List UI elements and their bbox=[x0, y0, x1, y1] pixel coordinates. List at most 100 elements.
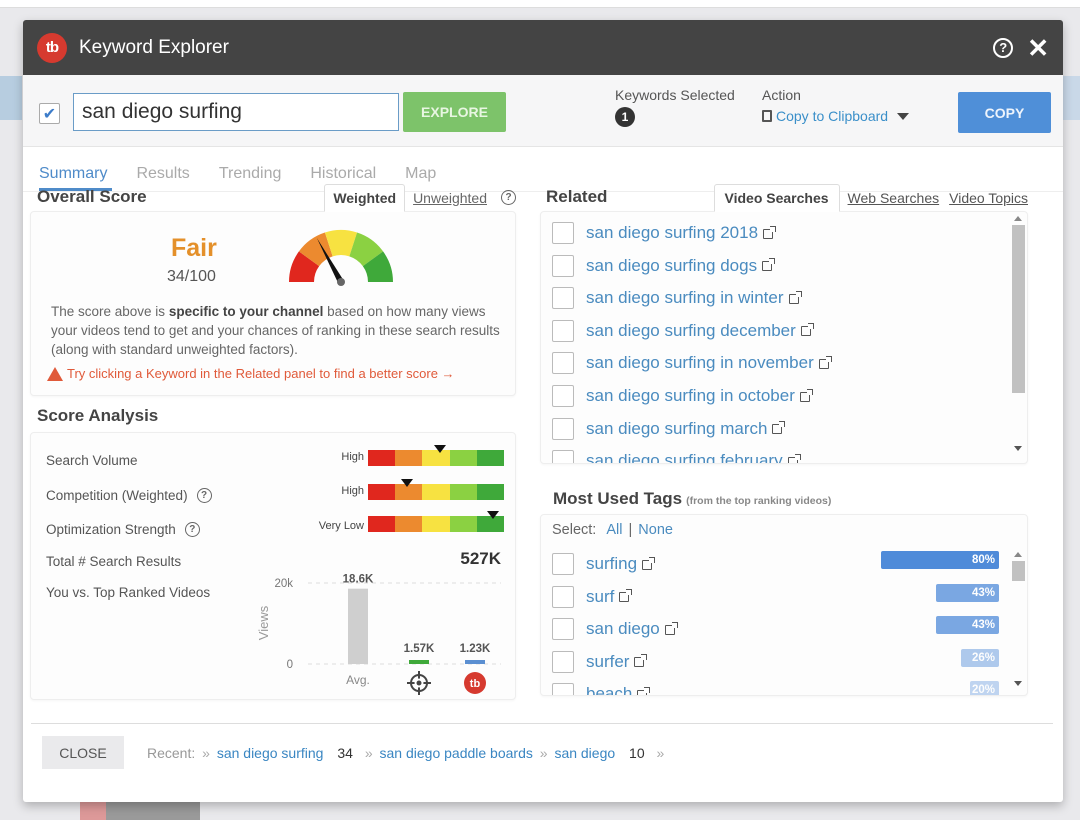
tag-checkbox[interactable] bbox=[552, 683, 574, 695]
related-keyword-link[interactable]: san diego surfing in november bbox=[586, 353, 832, 373]
related-keyword-link[interactable]: san diego surfing in winter bbox=[586, 288, 802, 308]
tag-select-row: Select: All | None bbox=[552, 522, 679, 538]
external-link-icon[interactable] bbox=[637, 686, 651, 695]
competition-row: Competition (Weighted) ? bbox=[46, 488, 212, 503]
meter-segment bbox=[422, 484, 450, 500]
recent-keyword-link[interactable]: san diego paddle boards bbox=[380, 745, 533, 761]
tag-checkbox[interactable] bbox=[552, 650, 574, 673]
external-link-icon[interactable] bbox=[664, 621, 678, 635]
related-keyword-link[interactable]: san diego surfing december bbox=[586, 321, 814, 341]
scrollbar-thumb[interactable] bbox=[1011, 225, 1025, 393]
help-icon[interactable]: ? bbox=[184, 522, 200, 537]
bar-value-label: 18.6K bbox=[343, 574, 374, 586]
meter-segment bbox=[449, 484, 477, 500]
gauge-needle-hub bbox=[337, 278, 345, 286]
overall-score-card: Fair 34/100 The score above is specific … bbox=[30, 211, 516, 396]
tag-link[interactable]: surfing bbox=[586, 554, 656, 574]
tag-usage-bar: 43% bbox=[935, 583, 999, 602]
tag-usage-bar: 43% bbox=[935, 616, 999, 634]
scrollbar-thumb[interactable] bbox=[1011, 561, 1025, 581]
related-keyword-checkbox[interactable] bbox=[552, 352, 574, 375]
keyword-search-input[interactable] bbox=[73, 93, 399, 131]
scroll-down-icon[interactable] bbox=[1014, 446, 1022, 451]
tab-video-searches[interactable]: Video Searches bbox=[713, 184, 840, 212]
external-link-icon[interactable] bbox=[642, 556, 656, 570]
related-keyword-checkbox[interactable] bbox=[552, 254, 574, 277]
score-tip-link[interactable]: Try clicking a Keyword in the Related pa… bbox=[47, 366, 455, 381]
meter-segment bbox=[449, 450, 477, 466]
scroll-up-icon[interactable] bbox=[1014, 552, 1022, 557]
related-keyword-checkbox[interactable] bbox=[552, 450, 574, 463]
tag-link[interactable]: beach bbox=[586, 684, 651, 695]
external-link-icon[interactable] bbox=[634, 654, 648, 668]
bar-value-label: 1.57K bbox=[404, 643, 435, 655]
recent-keyword-link[interactable]: san diego bbox=[554, 745, 615, 761]
tag-link[interactable]: surfer bbox=[586, 652, 648, 672]
help-icon[interactable]: ? bbox=[501, 190, 516, 205]
related-keyword-checkbox[interactable] bbox=[552, 417, 574, 440]
related-keyword-link[interactable]: san diego surfing 2018 bbox=[586, 223, 777, 243]
search-volume-level: High bbox=[341, 451, 364, 463]
help-icon[interactable]: ? bbox=[196, 488, 212, 503]
unweighted-tab[interactable]: Unweighted bbox=[405, 185, 495, 211]
external-link-icon[interactable] bbox=[619, 589, 633, 603]
meter-marker bbox=[487, 511, 500, 519]
external-link-icon[interactable] bbox=[818, 355, 832, 369]
scroll-down-icon[interactable] bbox=[1014, 681, 1022, 686]
separator: » bbox=[202, 745, 210, 761]
related-keyword-checkbox[interactable] bbox=[552, 385, 574, 407]
tubebuddy-logo-icon: tb bbox=[464, 672, 486, 694]
close-button[interactable]: CLOSE bbox=[42, 736, 124, 769]
external-link-icon[interactable] bbox=[787, 453, 801, 463]
keywords-selected: Keywords Selected 1 bbox=[615, 87, 735, 127]
related-keyword-link[interactable]: san diego surfing in october bbox=[586, 386, 813, 406]
optimization-strength-row: Optimization Strength ? bbox=[46, 522, 200, 537]
help-icon[interactable]: ? bbox=[993, 37, 1014, 58]
total-results-value: 527K bbox=[460, 549, 501, 568]
related-keyword-item: san diego surfing dogs bbox=[552, 253, 776, 279]
close-icon[interactable]: ✕ bbox=[1027, 35, 1049, 61]
action-group: Action Copy to Clipboard bbox=[762, 87, 910, 124]
external-link-icon[interactable] bbox=[788, 290, 802, 304]
most-used-tags-title: Most Used Tags (from the top ranking vide… bbox=[540, 489, 1028, 509]
related-keyword-link[interactable]: san diego surfing february bbox=[586, 451, 801, 463]
explore-button[interactable]: EXPLORE bbox=[403, 92, 506, 132]
recent-searches: Recent: » san diego surfing 34 » san die… bbox=[147, 745, 667, 761]
external-link-icon[interactable] bbox=[799, 388, 813, 402]
action-label: Action bbox=[762, 87, 801, 103]
weighted-tab[interactable]: Weighted bbox=[324, 184, 406, 212]
tab-web-searches[interactable]: Web Searches bbox=[840, 185, 948, 211]
related-keyword-checkbox[interactable] bbox=[552, 319, 574, 342]
scroll-up-icon[interactable] bbox=[1014, 216, 1022, 221]
meter-marker bbox=[400, 479, 413, 487]
related-keyword-checkbox[interactable] bbox=[552, 287, 574, 310]
related-keyword-link[interactable]: san diego surfing dogs bbox=[586, 256, 776, 276]
recent-keyword-link[interactable]: san diego surfing bbox=[217, 745, 324, 761]
score-value: 34/100 bbox=[167, 268, 216, 285]
tag-link[interactable]: surf bbox=[586, 587, 633, 607]
tag-checkbox[interactable] bbox=[552, 553, 574, 575]
tag-link[interactable]: san diego bbox=[586, 619, 678, 639]
action-dropdown[interactable]: Copy to Clipboard bbox=[762, 108, 910, 124]
related-scrollbar[interactable] bbox=[1011, 212, 1025, 463]
external-link-icon[interactable] bbox=[800, 323, 814, 337]
external-link-icon[interactable] bbox=[772, 421, 786, 435]
tag-checkbox[interactable] bbox=[552, 618, 574, 640]
score-gauge bbox=[289, 230, 393, 286]
overall-score-title: Overall Score bbox=[37, 187, 147, 206]
select-none-link[interactable]: None bbox=[638, 522, 673, 538]
keyword-checkbox[interactable]: ✔ bbox=[39, 103, 60, 124]
external-link-icon[interactable] bbox=[762, 258, 776, 272]
related-keyword-link[interactable]: san diego surfing march bbox=[586, 419, 786, 439]
checkmark-icon: ✔ bbox=[42, 105, 57, 123]
copy-button[interactable]: COPY bbox=[958, 92, 1051, 133]
related-keyword-checkbox[interactable] bbox=[552, 222, 574, 244]
summary-right-column: Related Video Searches Web Searches Vide… bbox=[540, 184, 1028, 696]
tags-scrollbar[interactable] bbox=[1011, 548, 1025, 695]
total-results-label: Total # Search Results bbox=[46, 554, 182, 569]
tab-video-topics[interactable]: Video Topics bbox=[947, 185, 1028, 211]
tag-checkbox[interactable] bbox=[552, 585, 574, 608]
select-all-link[interactable]: All bbox=[606, 522, 622, 538]
warning-icon bbox=[47, 366, 63, 381]
external-link-icon[interactable] bbox=[763, 225, 777, 239]
